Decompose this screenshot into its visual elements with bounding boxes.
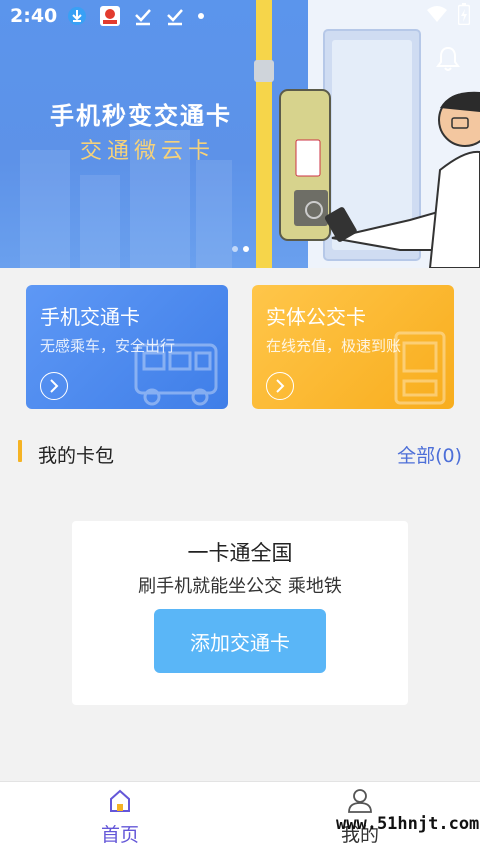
card-title: 实体公交卡 xyxy=(266,305,366,329)
banner-illustration xyxy=(254,0,480,268)
phone-transit-card[interactable]: 手机交通卡 无感乘车，安全出行 xyxy=(26,285,228,409)
watermark-text: www.51hnjt.com xyxy=(336,814,480,834)
status-time: 2:40 xyxy=(10,5,58,27)
check-download-icon xyxy=(165,6,185,26)
building-shape xyxy=(20,150,70,268)
tab-label: 首页 xyxy=(100,824,139,846)
bell-icon[interactable] xyxy=(436,46,460,76)
building-shape xyxy=(196,160,232,268)
section-title: 我的卡包 xyxy=(38,445,115,467)
card-title: 手机交通卡 xyxy=(40,305,140,329)
pager-dot-active[interactable] xyxy=(243,246,249,252)
add-transit-card-button[interactable]: 添加交通卡 xyxy=(154,609,326,673)
banner-subtitle: 交通微云卡 xyxy=(80,139,216,164)
pager-dot[interactable] xyxy=(232,246,238,252)
home-icon xyxy=(110,789,130,812)
status-bar: 2:40 xyxy=(0,0,480,32)
card-subtitle: 无感乘车，安全出行 xyxy=(40,337,176,355)
user-icon xyxy=(348,789,372,813)
check-download-icon xyxy=(133,6,153,26)
physical-bus-card[interactable]: 实体公交卡 在线充值，极速到账 xyxy=(252,285,454,409)
banner-title: 手机秒变交通卡 xyxy=(50,102,232,130)
more-notifications-dot-icon xyxy=(197,12,205,20)
chevron-right-icon[interactable] xyxy=(40,372,68,400)
battery-icon xyxy=(457,3,471,29)
building-shape xyxy=(80,175,120,268)
view-all-link[interactable]: 全部(0) xyxy=(397,441,462,468)
empty-subtitle: 刷手机就能坐公交 乘地铁 xyxy=(138,576,342,597)
chevron-right-icon[interactable] xyxy=(266,372,294,400)
card-subtitle: 在线充值，极速到账 xyxy=(266,337,402,355)
download-icon xyxy=(67,6,87,26)
wifi-icon xyxy=(426,5,448,27)
banner-carousel[interactable]: 2:40 手机秒变交通卡 交通微云卡 xyxy=(0,0,480,268)
app-notification-icon xyxy=(99,5,121,27)
carousel-pager xyxy=(232,246,249,252)
empty-title: 一卡通全国 xyxy=(187,541,293,565)
tab-home[interactable]: 首页 xyxy=(60,788,180,847)
empty-wallet-card: 一卡通全国 刷手机就能坐公交 乘地铁 添加交通卡 xyxy=(72,521,408,705)
section-accent-bar xyxy=(18,440,22,462)
